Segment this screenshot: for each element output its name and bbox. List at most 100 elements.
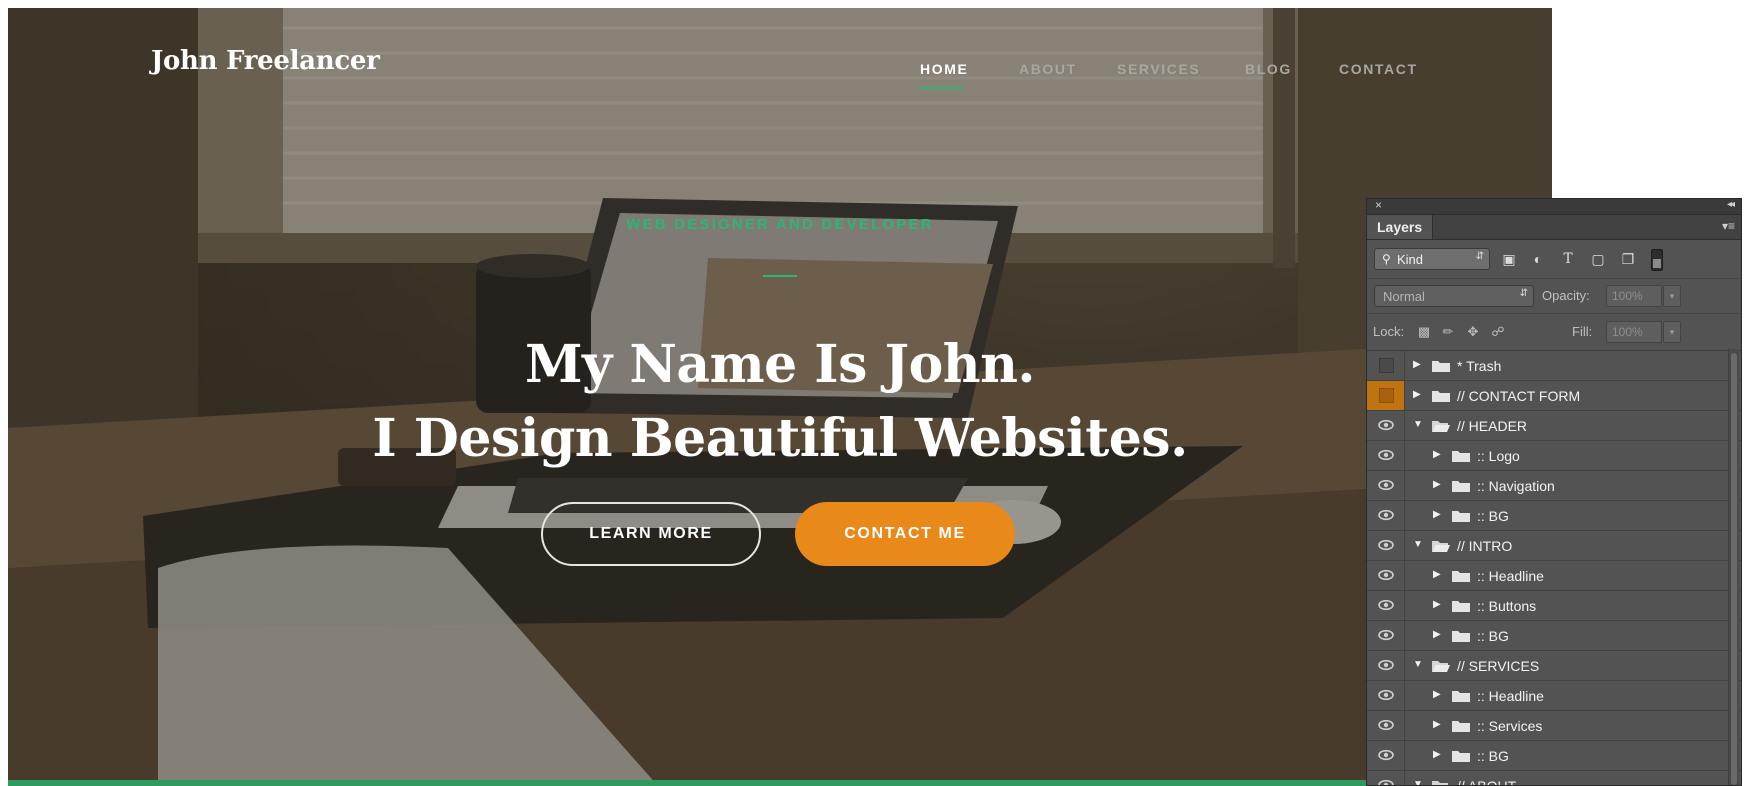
shape-filter-icon[interactable]: ▢: [1589, 250, 1607, 268]
layer-row[interactable]: ▶:: BG: [1367, 621, 1741, 651]
layer-visibility-toggle[interactable]: [1367, 441, 1405, 470]
section-bottom-bar: [8, 780, 1552, 786]
folder-icon: [1452, 691, 1470, 702]
caret-right-icon[interactable]: ▶: [1433, 689, 1441, 700]
caret-right-icon[interactable]: ▶: [1433, 629, 1441, 640]
layer-row[interactable]: ▶ // CONTACT FORM: [1367, 381, 1741, 411]
folder-icon: [1432, 781, 1448, 785]
folder-icon: [1452, 751, 1470, 762]
lock-transparency-icon[interactable]: ▩: [1416, 324, 1432, 340]
layer-name: :: Services: [1477, 718, 1543, 734]
adjustment-filter-icon[interactable]: ◐: [1529, 250, 1547, 268]
layer-list: ▶ * Trash ▶// CONTACT FORM ▼// HEADER ▶:: Lo…: [1367, 351, 1741, 785]
layer-visibility-toggle[interactable]: [1367, 531, 1405, 560]
panel-menu-icon[interactable]: ▾≡: [1722, 219, 1735, 233]
eye-icon: [1378, 569, 1394, 581]
contact-me-button[interactable]: CONTACT ME: [795, 502, 1015, 566]
layer-name: // CONTACT FORM: [1457, 388, 1581, 404]
layer-visibility-toggle[interactable]: [1367, 381, 1405, 410]
layer-row[interactable]: ▼ // HEADER: [1367, 411, 1741, 441]
caret-down-icon[interactable]: ▼: [1413, 779, 1423, 785]
nav-blog[interactable]: BLOG: [1245, 61, 1292, 77]
layers-scrollbar[interactable]: [1728, 349, 1739, 785]
layer-visibility-toggle[interactable]: [1367, 501, 1405, 530]
layer-row[interactable]: ▶:: Headline: [1367, 561, 1741, 591]
layer-row[interactable]: ▶:: Navigation: [1367, 471, 1741, 501]
layer-visibility-toggle[interactable]: [1367, 681, 1405, 710]
caret-right-icon[interactable]: ▶: [1433, 749, 1441, 760]
scrollbar-thumb[interactable]: [1731, 353, 1737, 785]
nav-services[interactable]: SERVICES: [1117, 61, 1200, 77]
layer-row[interactable]: ▼ // SERVICES: [1367, 651, 1741, 681]
opacity-field[interactable]: 100%: [1606, 285, 1662, 307]
layer-visibility-toggle[interactable]: [1367, 561, 1405, 590]
folder-icon: [1452, 631, 1470, 642]
layer-visibility-toggle[interactable]: [1367, 621, 1405, 650]
eye-icon: [1378, 749, 1394, 761]
caret-down-icon[interactable]: ▼: [1413, 419, 1423, 430]
layer-row[interactable]: ▼ // ABOUT: [1367, 771, 1741, 785]
layer-row[interactable]: ▶:: Logo: [1367, 441, 1741, 471]
eye-icon: [1378, 509, 1394, 521]
tab-layers[interactable]: Layers: [1367, 215, 1434, 239]
layer-visibility-toggle[interactable]: [1367, 651, 1405, 680]
fill-dropdown-icon[interactable]: ▾: [1663, 321, 1681, 343]
eye-icon: [1378, 449, 1394, 461]
layer-visibility-toggle[interactable]: [1367, 591, 1405, 620]
layer-visibility-toggle[interactable]: [1367, 741, 1405, 770]
layer-visibility-toggle[interactable]: [1367, 411, 1405, 440]
caret-right-icon[interactable]: ▶: [1433, 479, 1441, 490]
blend-mode-select[interactable]: Normal ⇵: [1374, 285, 1534, 307]
eye-icon: [1378, 599, 1394, 611]
learn-more-button[interactable]: LEARN MORE: [541, 502, 761, 566]
layers-panel: × ◂◂ Layers ▾≡ ⚲ Kind ⇵ ▣ ◐ T ▢ ❐ Normal…: [1366, 198, 1742, 786]
caret-right-icon[interactable]: ▶: [1433, 449, 1441, 460]
layer-visibility-toggle[interactable]: [1367, 771, 1405, 785]
lock-position-icon[interactable]: ✥: [1465, 324, 1481, 340]
caret-right-icon[interactable]: ▶: [1433, 719, 1441, 730]
collapse-icon[interactable]: ◂◂: [1727, 199, 1735, 210]
filter-toggle[interactable]: [1651, 249, 1663, 271]
layer-name: :: BG: [1477, 508, 1509, 524]
filter-kind-select[interactable]: ⚲ Kind ⇵: [1374, 248, 1490, 270]
smartobject-filter-icon[interactable]: ❐: [1619, 250, 1637, 268]
layer-row[interactable]: ▶:: Buttons: [1367, 591, 1741, 621]
nav-about[interactable]: ABOUT: [1019, 61, 1077, 77]
folder-icon: [1452, 481, 1470, 492]
folder-icon: [1452, 451, 1470, 462]
lock-all-icon[interactable]: ☍: [1490, 324, 1506, 340]
visibility-off-box: [1379, 388, 1394, 403]
type-filter-icon[interactable]: T: [1559, 250, 1577, 268]
layer-name: :: Navigation: [1477, 478, 1555, 494]
layer-row[interactable]: ▶ * Trash: [1367, 351, 1741, 381]
layer-name: // HEADER: [1457, 418, 1528, 434]
layer-visibility-toggle[interactable]: [1367, 711, 1405, 740]
close-icon[interactable]: ×: [1375, 199, 1382, 212]
layer-row[interactable]: ▶:: BG: [1367, 501, 1741, 531]
hero-section: John Freelancer HOME ABOUT SERVICES BLOG…: [8, 8, 1552, 786]
lock-brush-icon[interactable]: ✏: [1440, 324, 1456, 340]
folder-icon: [1432, 541, 1450, 552]
headline-line-2: I Design Beautiful Websites.: [372, 408, 1188, 469]
nav-contact[interactable]: CONTACT: [1339, 61, 1418, 77]
layer-visibility-toggle[interactable]: [1367, 471, 1405, 500]
layer-row[interactable]: ▼ // INTRO: [1367, 531, 1741, 561]
caret-right-icon[interactable]: ▶: [1433, 599, 1441, 610]
layer-row[interactable]: ▶:: BG: [1367, 741, 1741, 771]
image-filter-icon[interactable]: ▣: [1500, 250, 1518, 268]
caret-down-icon[interactable]: ▼: [1413, 659, 1423, 670]
opacity-dropdown-icon[interactable]: ▾: [1663, 285, 1681, 307]
blend-row: Normal ⇵ Opacity: 100% ▾: [1367, 279, 1741, 314]
caret-right-icon[interactable]: ▶: [1433, 569, 1441, 580]
fill-field[interactable]: 100%: [1606, 321, 1662, 343]
layer-row[interactable]: ▶:: Services: [1367, 711, 1741, 741]
nav-home[interactable]: HOME: [920, 61, 968, 77]
layer-row[interactable]: ▶:: Headline: [1367, 681, 1741, 711]
caret-right-icon[interactable]: ▶: [1413, 359, 1421, 370]
nav-active-underline: [920, 87, 964, 89]
caret-right-icon[interactable]: ▶: [1413, 389, 1421, 400]
caret-right-icon[interactable]: ▶: [1433, 509, 1441, 520]
caret-down-icon[interactable]: ▼: [1413, 539, 1423, 550]
subtitle-divider: [763, 275, 797, 277]
layer-visibility-toggle[interactable]: [1367, 351, 1405, 380]
